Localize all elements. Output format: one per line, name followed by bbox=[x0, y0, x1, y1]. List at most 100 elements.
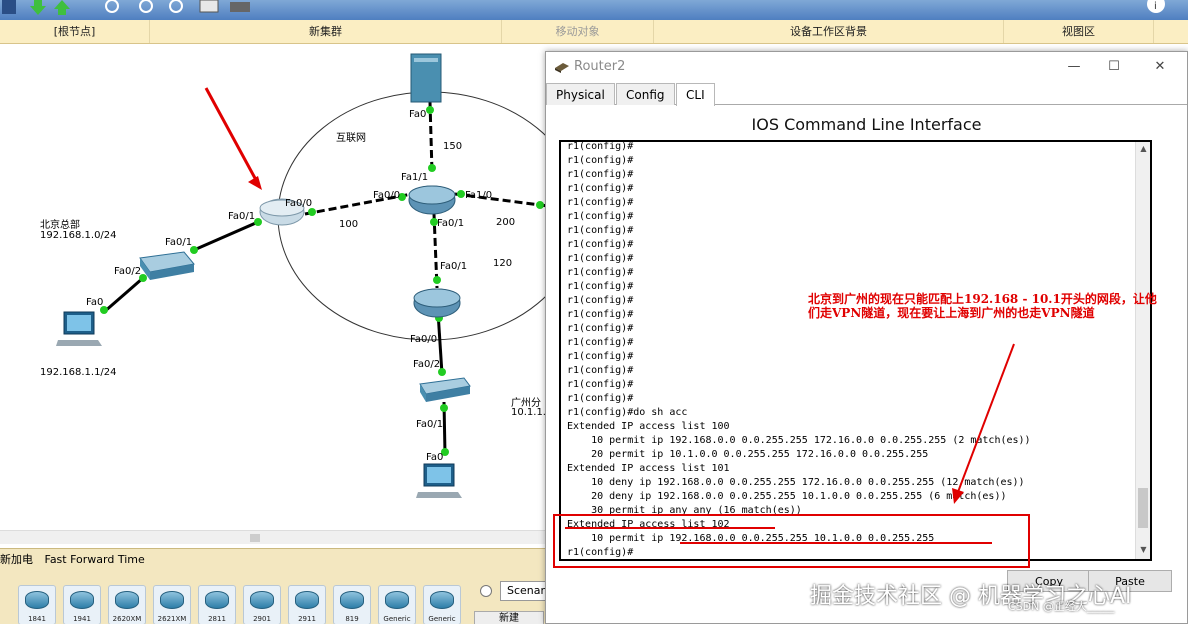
router-icon bbox=[70, 591, 94, 609]
port-label: Fa0/2 bbox=[114, 266, 142, 277]
tab-config[interactable]: Config bbox=[616, 83, 675, 105]
info-icon[interactable]: i bbox=[1146, 0, 1166, 14]
port-label: Fa0/1 bbox=[440, 261, 468, 272]
red-annotation-arrow bbox=[952, 343, 1015, 504]
port-label: Fa0/1 bbox=[416, 419, 444, 430]
scenario-select[interactable]: Scenar bbox=[500, 581, 550, 601]
device-2901[interactable]: 2901 bbox=[243, 585, 281, 624]
router-icon bbox=[160, 591, 184, 609]
lower-router-icon bbox=[413, 288, 461, 318]
root-node-tab[interactable]: [根节点] bbox=[0, 20, 150, 43]
device-generic-1[interactable]: Generic bbox=[378, 585, 416, 624]
red-underline bbox=[680, 542, 992, 544]
arrow-up-icon bbox=[54, 0, 70, 15]
tab-cli[interactable]: CLI bbox=[676, 83, 715, 106]
router-icon bbox=[115, 591, 139, 609]
router-icon bbox=[430, 591, 454, 609]
scenario-info-icon[interactable] bbox=[480, 585, 492, 597]
port-label: Fa1/0 bbox=[465, 190, 493, 201]
device-label: 1941 bbox=[73, 615, 91, 623]
viewport-tab[interactable]: 视图区 bbox=[1004, 20, 1154, 43]
port-label: Fa0 bbox=[86, 297, 104, 308]
router-icon bbox=[340, 591, 364, 609]
workspace-background-tab[interactable]: 设备工作区背景 bbox=[654, 20, 1004, 43]
new-scenario-button[interactable]: 新建 bbox=[474, 611, 544, 624]
router-icon bbox=[250, 591, 274, 609]
cli-scrollbar[interactable]: ▲ ▼ bbox=[1135, 142, 1150, 559]
power-cycle-label[interactable]: 新加电 bbox=[0, 553, 33, 566]
beijing-network-label: 192.168.1.0/24 bbox=[40, 230, 117, 241]
device-label: 2811 bbox=[208, 615, 226, 623]
beijing-switch-icon bbox=[139, 251, 195, 280]
scroll-down-icon[interactable]: ▼ bbox=[1138, 545, 1149, 557]
link-cost-150: 150 bbox=[443, 141, 463, 152]
link-bj-switch-to-pc bbox=[103, 276, 144, 314]
scrollbar-thumb[interactable] bbox=[1138, 488, 1148, 528]
router-app-icon bbox=[555, 63, 569, 73]
device-2621xm[interactable]: 2621XM bbox=[153, 585, 191, 624]
maximize-icon[interactable]: ☐ bbox=[1100, 56, 1128, 78]
link-left-router-to-bj-switch bbox=[193, 220, 259, 252]
scroll-up-icon[interactable]: ▲ bbox=[1138, 144, 1149, 156]
new-cluster-tab[interactable]: 新集群 bbox=[150, 20, 502, 43]
link-cost-200: 200 bbox=[496, 217, 516, 228]
toolbar-icons bbox=[2, 0, 250, 15]
beijing-hq-label: 北京总部 bbox=[40, 220, 80, 231]
device-label: Generic bbox=[428, 615, 456, 623]
port-label: Fa0 bbox=[409, 109, 427, 120]
main-toolbar: i bbox=[0, 0, 1188, 20]
link-cost-120: 120 bbox=[493, 258, 513, 269]
device-palette: 1841 1941 2620XM 2621XM 2811 2901 2911 8… bbox=[0, 585, 468, 624]
zoom-in-icon bbox=[105, 0, 119, 13]
svg-text:i: i bbox=[1154, 1, 1157, 12]
workspace-horizontal-scrollbar[interactable] bbox=[0, 530, 545, 544]
internet-label: 互联网 bbox=[336, 133, 366, 144]
device-label: 1841 bbox=[28, 615, 46, 623]
move-object-tab[interactable]: 移动对象 bbox=[502, 20, 654, 43]
arrow-down-icon bbox=[30, 0, 46, 15]
port-label: Fa0/0 bbox=[410, 334, 438, 345]
port-label: Fa0/0 bbox=[373, 190, 401, 201]
port-label: Fa0/1 bbox=[228, 211, 256, 222]
port-label: Fa0/1 bbox=[165, 237, 193, 248]
device-1941[interactable]: 1941 bbox=[63, 585, 101, 624]
tab-physical[interactable]: Physical bbox=[546, 83, 615, 105]
window-titlebar[interactable]: Router2 — ☐ ✕ bbox=[546, 52, 1187, 82]
port-label: Fa0 bbox=[426, 452, 444, 463]
scrollbar-thumb[interactable] bbox=[250, 534, 260, 542]
router-icon bbox=[205, 591, 229, 609]
window-tabs: Physical Config CLI bbox=[546, 83, 1187, 106]
device-819[interactable]: 819 bbox=[333, 585, 371, 624]
red-arrow-to-router bbox=[204, 87, 258, 181]
time-bar: 新加电 Fast Forward Time bbox=[0, 549, 545, 571]
cli-terminal[interactable]: r1(config)# r1(config)# r1(config)# r1(c… bbox=[559, 140, 1152, 561]
watermark-csdn: CSDN @正经人_____ bbox=[1008, 600, 1115, 613]
device-generic-2[interactable]: Generic bbox=[423, 585, 461, 624]
core-router-icon bbox=[408, 185, 456, 215]
router-icon bbox=[25, 591, 49, 609]
device-2620xm[interactable]: 2620XM bbox=[108, 585, 146, 624]
device-label: 819 bbox=[345, 615, 359, 623]
server-icon bbox=[410, 53, 442, 103]
guangzhou-network-label: 10.1.1. bbox=[511, 407, 546, 418]
red-underline bbox=[565, 527, 775, 529]
device-2811[interactable]: 2811 bbox=[198, 585, 236, 624]
router-icon bbox=[295, 591, 319, 609]
device-1841[interactable]: 1841 bbox=[18, 585, 56, 624]
port-label: Fa0/1 bbox=[437, 218, 465, 229]
port-label: Fa0/0 bbox=[285, 198, 313, 209]
beijing-pc-ip-label: 192.168.1.1/24 bbox=[40, 367, 117, 378]
red-highlight-box bbox=[553, 514, 1030, 568]
device-label: 2620XM bbox=[112, 615, 142, 623]
router-icon bbox=[385, 591, 409, 609]
fast-forward-time-button[interactable]: Fast Forward Time bbox=[45, 553, 145, 566]
custom-zoom-icon bbox=[139, 0, 153, 13]
close-icon[interactable]: ✕ bbox=[1146, 56, 1174, 78]
minimize-icon[interactable]: — bbox=[1060, 56, 1088, 78]
device-2911[interactable]: 2911 bbox=[288, 585, 326, 624]
guangzhou-pc-icon bbox=[416, 463, 462, 498]
red-annotation-text: 北京到广州的现在只能匹配上192.168 - 10.1开头的网段，让他们走VPN… bbox=[808, 292, 1157, 320]
save-icon bbox=[2, 0, 16, 14]
port-label: Fa0/2 bbox=[413, 359, 441, 370]
link-cost-100: 100 bbox=[339, 219, 359, 230]
